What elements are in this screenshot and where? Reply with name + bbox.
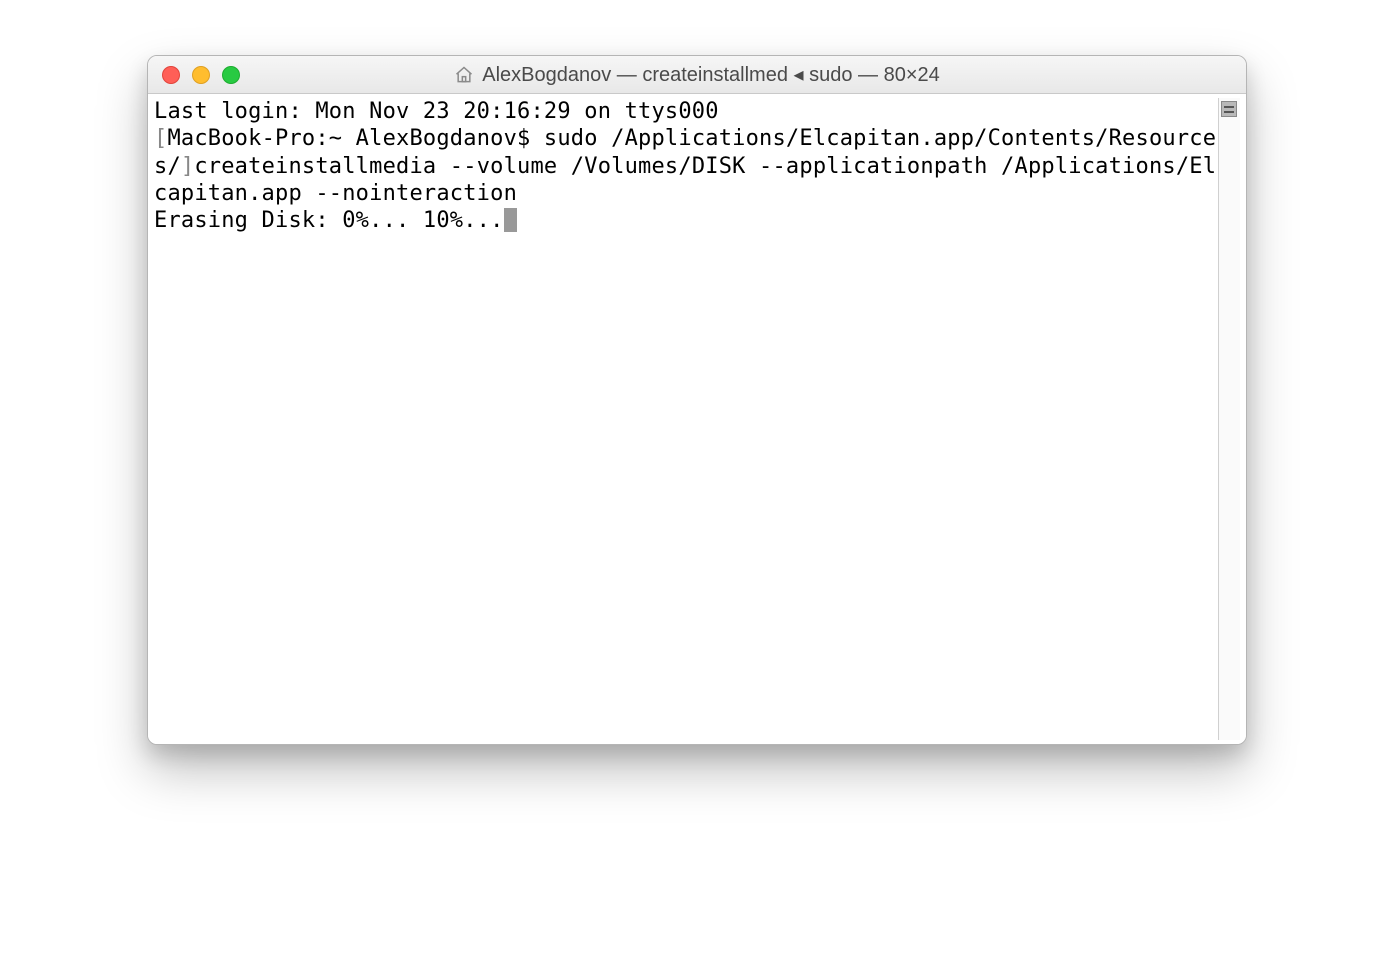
command-wrap: createinstallmedia --volume /Volumes/DIS… — [154, 154, 1216, 206]
terminal-body[interactable]: Last login: Mon Nov 23 20:16:29 on ttys0… — [148, 94, 1246, 744]
prompt-bracket-close: ] — [181, 154, 194, 179]
minimize-button[interactable] — [192, 66, 210, 84]
last-login-line: Last login: Mon Nov 23 20:16:29 on ttys0… — [154, 99, 719, 124]
progress-line: Erasing Disk: 0%... 10%... — [154, 208, 504, 233]
traffic-lights — [148, 66, 240, 84]
zoom-button[interactable] — [222, 66, 240, 84]
scrollbar[interactable] — [1218, 98, 1240, 740]
home-icon — [454, 65, 474, 85]
titlebar[interactable]: AlexBogdanov — createinstallmed ◂ sudo —… — [148, 56, 1246, 94]
terminal-window: AlexBogdanov — createinstallmed ◂ sudo —… — [147, 55, 1247, 745]
terminal-output[interactable]: Last login: Mon Nov 23 20:16:29 on ttys0… — [154, 98, 1218, 740]
window-title: AlexBogdanov — createinstallmed ◂ sudo —… — [482, 62, 940, 87]
scroll-indicator-icon[interactable] — [1221, 101, 1237, 117]
prompt-bracket-open: [ — [154, 126, 167, 151]
window-title-wrap: AlexBogdanov — createinstallmed ◂ sudo —… — [148, 62, 1246, 87]
close-button[interactable] — [162, 66, 180, 84]
cursor — [504, 208, 517, 232]
